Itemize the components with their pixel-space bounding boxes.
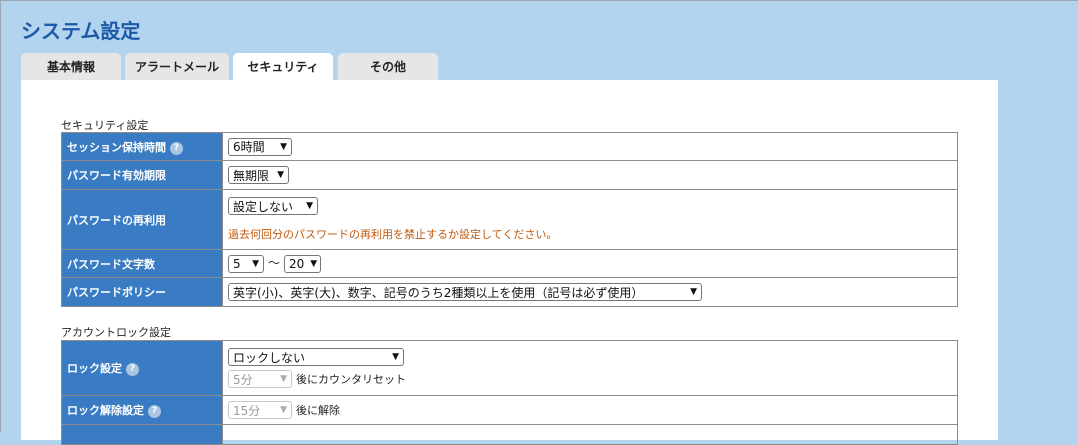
lock-label: ロック設定 [67, 362, 122, 375]
counter-reset-suffix: 後にカウンタリセット [296, 372, 406, 386]
unlock-value-cell: 15分 ▼ 後に解除 [222, 395, 958, 425]
chevron-down-icon: ▼ [280, 374, 287, 384]
pw-expiry-value: 無期限 [233, 168, 270, 183]
chevron-down-icon: ▼ [392, 352, 399, 362]
security-settings-table: セッション保持時間? 6時間 ▼ パスワード有効期限 無期限 ▼ パスワードの再利用 [61, 132, 958, 307]
pw-length-max-select[interactable]: 20 ▼ [284, 254, 322, 273]
pw-reuse-note: 過去何回分のパスワードの再利用を禁止するか設定してください。 [228, 228, 558, 241]
lock-label-cell: ロック設定? [61, 340, 223, 396]
pw-reuse-select[interactable]: 設定しない ▼ [228, 197, 318, 215]
next-row-value-cell [222, 424, 958, 445]
account-lock-table: ロック設定? ロックしない ▼ 5分 ▼ 後にカウンタリセット ロック解除設定? [61, 340, 958, 445]
pw-length-label: パスワード文字数 [61, 249, 223, 278]
chevron-down-icon: ▼ [306, 201, 313, 211]
counter-reset-value: 5分 [233, 372, 253, 387]
tab-alert-mail[interactable]: アラートメール [125, 53, 229, 80]
security-section-title: セキュリティ設定 [61, 119, 149, 132]
tab-security[interactable]: セキュリティ [233, 53, 333, 80]
pw-reuse-label: パスワードの再利用 [61, 189, 223, 250]
pw-policy-label: パスワードポリシー [61, 277, 223, 307]
lock-mode-select[interactable]: ロックしない ▼ [228, 348, 404, 366]
session-label: セッション保持時間 [67, 140, 166, 154]
pw-policy-select[interactable]: 英字(小)、英字(大)、数字、記号のうち2種類以上を使用（記号は必ず使用） ▼ [228, 283, 702, 301]
account-lock-section-title: アカウントロック設定 [61, 326, 171, 339]
pw-expiry-label: パスワード有効期限 [61, 160, 223, 190]
page-title: システム設定 [21, 19, 141, 43]
pw-reuse-value-cell: 設定しない ▼ 過去何回分のパスワードの再利用を禁止するか設定してください。 [222, 189, 958, 250]
chevron-down-icon: ▼ [277, 170, 284, 180]
chevron-down-icon: ▼ [690, 287, 697, 297]
pw-policy-row: パスワードポリシー 英字(小)、英字(大)、数字、記号のうち2種類以上を使用（記… [61, 277, 958, 307]
pw-policy-value: 英字(小)、英字(大)、数字、記号のうち2種類以上を使用（記号は必ず使用） [233, 285, 644, 300]
chevron-down-icon: ▼ [280, 141, 287, 152]
chevron-down-icon: ▼ [310, 258, 318, 269]
pw-reuse-row: パスワードの再利用 設定しない ▼ 過去何回分のパスワードの再利用を禁止するか設定… [61, 189, 958, 250]
pw-length-value-cell: 5 ▼ 〜 20 ▼ [222, 249, 958, 278]
session-timeout-select[interactable]: 6時間 ▼ [228, 137, 292, 156]
lock-value-cell: ロックしない ▼ 5分 ▼ 後にカウンタリセット [222, 340, 958, 396]
help-icon[interactable]: ? [148, 405, 161, 418]
pw-expiry-value-cell: 無期限 ▼ [222, 160, 958, 190]
pw-length-min-value: 5 [233, 256, 241, 271]
unlock-suffix: 後に解除 [296, 403, 340, 417]
pw-expiry-row: パスワード有効期限 無期限 ▼ [61, 160, 958, 190]
counter-reset-select[interactable]: 5分 ▼ [228, 370, 292, 388]
session-timeout-value: 6時間 [233, 140, 265, 154]
session-value-cell: 6時間 ▼ [222, 132, 958, 161]
help-icon[interactable]: ? [170, 141, 183, 155]
session-row: セッション保持時間? 6時間 ▼ [61, 132, 958, 161]
chevron-down-icon: ▼ [252, 258, 259, 269]
session-label-cell: セッション保持時間? [61, 132, 223, 161]
unlock-value: 15分 [233, 403, 261, 418]
lock-mode-value: ロックしない [233, 350, 306, 365]
next-row-label [61, 424, 223, 445]
unlock-label-cell: ロック解除設定? [61, 395, 223, 425]
pw-reuse-value: 設定しない [233, 199, 294, 214]
next-row [61, 424, 958, 445]
pw-length-row: パスワード文字数 5 ▼ 〜 20 ▼ [61, 249, 958, 278]
lock-row: ロック設定? ロックしない ▼ 5分 ▼ 後にカウンタリセット [61, 340, 958, 396]
help-icon[interactable]: ? [126, 363, 139, 376]
chevron-down-icon: ▼ [280, 405, 287, 415]
pw-length-min-select[interactable]: 5 ▼ [228, 254, 264, 273]
unlock-label: ロック解除設定 [67, 404, 144, 417]
tab-other[interactable]: その他 [338, 53, 438, 80]
pw-policy-value-cell: 英字(小)、英字(大)、数字、記号のうち2種類以上を使用（記号は必ず使用） ▼ [222, 277, 958, 307]
unlock-row: ロック解除設定? 15分 ▼ 後に解除 [61, 395, 958, 425]
range-separator: 〜 [268, 256, 281, 271]
unlock-select[interactable]: 15分 ▼ [228, 401, 292, 419]
pw-expiry-select[interactable]: 無期限 ▼ [228, 166, 289, 184]
tab-basic-info[interactable]: 基本情報 [21, 53, 121, 80]
pw-length-max-value: 20 [289, 256, 305, 271]
settings-panel: セキュリティ設定 セッション保持時間? 6時間 ▼ パスワード有効期限 無期限 ▼ … [21, 80, 998, 445]
